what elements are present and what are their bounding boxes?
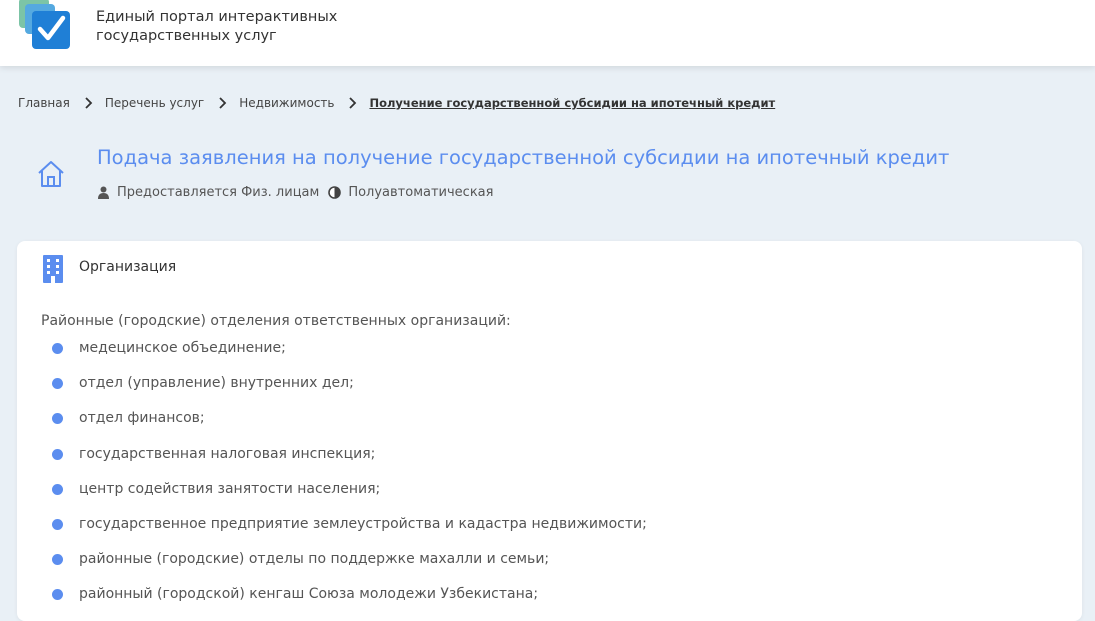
breadcrumb-services[interactable]: Перечень услуг <box>105 96 204 110</box>
chevron-right-icon <box>85 97 93 109</box>
breadcrumb-real-estate[interactable]: Недвижимость <box>239 96 334 110</box>
service-meta: Предоставляется Физ. лицам Полуавтоматич… <box>97 185 493 200</box>
portal-name-line2: государственных услуг <box>96 28 277 44</box>
list-item-text: государственная налоговая инспекция; <box>79 445 376 462</box>
breadcrumb: Главная Перечень услуг Недвижимость Полу… <box>18 96 775 110</box>
list-item: центр содействия занятости населения; <box>51 479 647 514</box>
organization-heading: Организация <box>79 259 177 275</box>
user-icon <box>98 186 109 199</box>
list-item-text: районные (городские) отделы по поддержке… <box>79 551 550 568</box>
bullet-dot <box>52 589 63 601</box>
list-item-text: медецинское объединение; <box>79 340 286 356</box>
bullet-dot <box>52 554 63 566</box>
portal-name-line1: Единый портал интерактивных <box>96 9 338 25</box>
bullet-dot <box>52 413 63 425</box>
list-item: отдел финансов; <box>51 408 647 443</box>
top-header: Единый портал интерактивных государствен… <box>0 0 1095 66</box>
list-item: медецинское объединение; <box>51 338 647 373</box>
page-title: Подача заявления на получение государств… <box>97 146 950 169</box>
list-item-text: отдел (управление) внутренних дел; <box>79 375 354 392</box>
organization-intro: Районные (городские) отделения ответстве… <box>41 313 511 329</box>
processing-mode-label: Полуавтоматическая <box>348 185 494 200</box>
house-icon <box>38 161 64 187</box>
half-circle-icon <box>328 186 342 199</box>
list-item-text: центр содействия занятости населения; <box>79 480 381 497</box>
list-item-text: районный (городской) кенгаш Союза молоде… <box>79 586 539 603</box>
bullet-dot <box>52 343 63 354</box>
list-item: государственное предприятие землеустройс… <box>51 514 647 549</box>
list-item: отдел (управление) внутренних дел; <box>51 373 647 408</box>
provided-to-label: Предоставляется Физ. лицам <box>117 185 320 200</box>
list-item: районные (городские) отделы по поддержке… <box>51 549 647 584</box>
bullet-dot <box>52 448 63 460</box>
list-item: государственная налоговая инспекция; <box>51 444 647 479</box>
breadcrumb-home[interactable]: Главная <box>18 96 70 110</box>
list-item: районный (городской) кенгаш Союза молоде… <box>51 584 647 619</box>
building-icon <box>43 255 63 283</box>
portal-logo[interactable] <box>18 0 74 52</box>
organization-card: Организация Районные (городские) отделен… <box>17 241 1082 621</box>
list-item-text: государственное предприятие землеустройс… <box>79 515 647 532</box>
bullet-dot <box>52 378 63 390</box>
list-item-text: отдел финансов; <box>79 410 205 427</box>
organization-list: медецинское объединение; отдел (управлен… <box>51 338 647 620</box>
portal-name[interactable]: Единый портал интерактивных государствен… <box>96 8 337 46</box>
bullet-dot <box>52 518 63 530</box>
bullet-dot <box>52 483 63 495</box>
chevron-right-icon <box>349 97 357 109</box>
chevron-right-icon <box>219 97 227 109</box>
breadcrumb-current[interactable]: Получение государственной субсидии на ип… <box>369 96 775 110</box>
